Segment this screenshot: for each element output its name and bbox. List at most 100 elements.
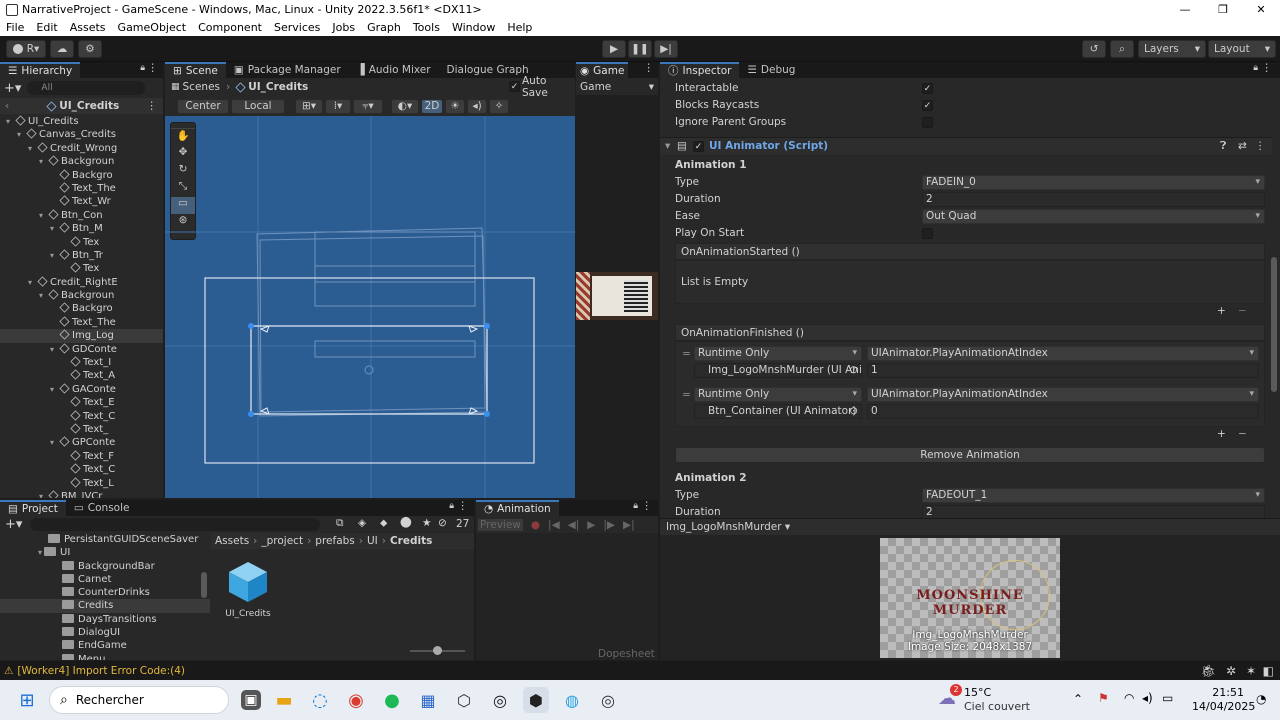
foldout-arrow-icon[interactable]: ▾ — [39, 155, 43, 168]
foldout-arrow-icon[interactable]: ▾ — [50, 436, 54, 449]
kebab-icon[interactable]: ⋮ — [1255, 140, 1266, 152]
foldout-arrow-icon[interactable]: ▾ — [17, 128, 21, 141]
foldout-arrow-icon[interactable]: ▾ — [39, 289, 43, 302]
foldout-arrow-icon[interactable]: ▾ — [50, 249, 54, 262]
tab-game[interactable]: ◉ Game — [576, 62, 629, 78]
breadcrumb-project[interactable]: _project — [261, 535, 303, 547]
hierarchy-item[interactable]: Text_The — [0, 316, 163, 329]
tab-project[interactable]: ▤ Project — [0, 500, 66, 516]
play-anim-icon[interactable]: ▶ — [587, 519, 595, 531]
label-filter-icon[interactable]: ◈ — [358, 517, 366, 529]
hierarchy-item[interactable]: ▾ UI_Credits — [0, 115, 163, 128]
hierarchy-item[interactable]: ▾ GDConte — [0, 343, 163, 356]
drag-handle-icon[interactable]: = — [682, 389, 691, 401]
hierarchy-item[interactable]: ▾ Btn_Tr — [0, 249, 163, 262]
lock-icon[interactable]: 🔒︎ — [633, 501, 638, 511]
hierarchy-item[interactable]: ▾ Credit_RightE — [0, 276, 163, 289]
tab-scene[interactable]: ⊞ Scene — [165, 62, 226, 78]
anim2-type-dropdown[interactable]: FADEOUT_1 — [922, 488, 1265, 503]
play-icon[interactable]: ▶ — [602, 40, 626, 58]
asset-ui-credits[interactable]: UI_Credits — [222, 558, 274, 619]
add-icon[interactable]: +▾ — [5, 517, 22, 532]
volume-icon[interactable]: ◂) — [1142, 691, 1153, 705]
close-icon[interactable]: ✕ — [1242, 0, 1280, 19]
warning-filter-icon[interactable]: ⬤ — [400, 516, 412, 528]
lock-icon[interactable]: 🔒︎ — [449, 501, 454, 511]
collab-icon[interactable]: ⚙ — [78, 39, 102, 58]
pause-icon[interactable]: ❚❚ — [628, 40, 652, 58]
first-key-icon[interactable]: |◀ — [548, 519, 560, 531]
hierarchy-item[interactable]: ▾ Btn_M — [0, 222, 163, 235]
notification-bell-icon[interactable]: ◔ — [1256, 692, 1266, 706]
obs-icon[interactable]: ◎ — [595, 687, 621, 713]
menu-graph[interactable]: Graph — [361, 21, 407, 34]
menu-gameobject[interactable]: GameObject — [112, 21, 193, 34]
wifi-icon[interactable]: ◠ — [1124, 691, 1134, 705]
file-explorer-icon[interactable]: ▬ — [271, 687, 297, 713]
project-folder-item[interactable]: DaysTransitions — [0, 613, 210, 626]
object-picker-icon[interactable]: ⊙ — [849, 405, 858, 418]
project-folder-item[interactable]: Credits — [0, 599, 210, 613]
last-key-icon[interactable]: ▶| — [623, 519, 635, 531]
tab-audio-mixer[interactable]: ▐ Audio Mixer — [349, 62, 439, 78]
cache-icon[interactable]: ✶ — [1246, 664, 1256, 678]
store-icon[interactable]: ▦ — [415, 687, 441, 713]
hierarchy-item[interactable]: ▾ GAConte — [0, 383, 163, 396]
add-event-icon[interactable]: + — [1217, 428, 1226, 440]
project-folder-item[interactable]: BackgroundBar — [0, 560, 210, 573]
hierarchy-item[interactable]: Text_A — [0, 369, 163, 382]
clock-time[interactable]: 21:51 — [1212, 686, 1244, 699]
increment-snap-icon[interactable]: ⁞▾ — [325, 98, 351, 114]
progress-icon[interactable]: ✲ — [1226, 664, 1236, 678]
pivot-center-dropdown[interactable]: Center — [177, 98, 229, 114]
rect-handle[interactable] — [484, 323, 490, 329]
history-icon[interactable]: ↺ — [1082, 40, 1106, 58]
foldout-arrow-icon[interactable]: ▾ — [38, 548, 42, 557]
anim1-play-on-start-checkbox[interactable] — [922, 228, 933, 239]
windows-start-icon[interactable]: ⊞ — [14, 687, 40, 713]
menu-services[interactable]: Services — [268, 21, 326, 34]
status-message[interactable]: [Worker4] Import Error Code:(4) — [17, 665, 185, 677]
effects-icon[interactable]: ✧ — [489, 98, 509, 114]
hierarchy-item[interactable]: Text_C — [0, 410, 163, 423]
align-icon[interactable]: ⫧▾ — [353, 98, 383, 114]
kebab-icon[interactable]: ⋮ — [148, 62, 159, 74]
foldout-arrow-icon[interactable]: ▾ — [50, 343, 54, 356]
hierarchy-item[interactable]: ▾ Canvas_Credits — [0, 128, 163, 141]
foldout-arrow-icon[interactable]: ▾ — [39, 490, 43, 498]
tab-hierarchy[interactable]: ☰ Hierarchy — [0, 62, 81, 78]
component-header[interactable]: ▾ ▤ ✓ UI Animator (Script) ❓︎ ⇄ ⋮ — [660, 137, 1272, 155]
edge-icon[interactable]: ◌ — [307, 687, 333, 713]
event2-object-field[interactable]: Btn_Container (UI Animator) ⊙ — [694, 404, 862, 419]
foldout-arrow-icon[interactable]: ▾ — [50, 222, 54, 235]
hierarchy-item[interactable]: Text_E — [0, 396, 163, 409]
preview-object-dropdown[interactable]: Img_LogoMnshMurder ▾ — [666, 521, 790, 533]
preset-icon[interactable]: ⇄ — [1238, 140, 1247, 152]
unity-icon[interactable]: ⬢ — [523, 687, 549, 713]
next-key-icon[interactable]: |▶ — [603, 519, 615, 531]
foldout-arrow-icon[interactable]: ▾ — [28, 276, 32, 289]
hierarchy-scene-root[interactable]: UI_Credits — [59, 100, 119, 112]
hierarchy-item[interactable]: Text_Wr — [0, 195, 163, 208]
search-icon[interactable]: ⌕ — [1110, 40, 1134, 58]
project-folder-item[interactable]: EndGame — [0, 639, 210, 652]
layout-dropdown[interactable]: Layout ▾ — [1208, 40, 1276, 58]
clock-date[interactable]: 14/04/2025 — [1192, 700, 1255, 713]
layers-dropdown[interactable]: Layers ▾ — [1138, 40, 1206, 58]
icon-size-slider-thumb[interactable] — [433, 646, 442, 655]
hierarchy-item[interactable]: Img_Log — [0, 329, 163, 343]
remove-event-icon[interactable]: − — [1238, 428, 1247, 440]
menu-component[interactable]: Component — [192, 21, 268, 34]
hierarchy-item[interactable]: Tex — [0, 262, 163, 275]
icon-size-slider[interactable] — [410, 646, 465, 655]
anchor-marker[interactable] — [259, 407, 270, 415]
event2-arg-field[interactable]: 0 — [867, 404, 1259, 419]
hierarchy-item[interactable]: Text_ — [0, 423, 163, 436]
menu-jobs[interactable]: Jobs — [326, 21, 361, 34]
app-icon[interactable]: ◍ — [559, 687, 585, 713]
event2-function-dropdown[interactable]: UIAnimator.PlayAnimationAtIndex — [867, 387, 1259, 402]
project-search-input[interactable] — [30, 518, 320, 531]
grid-snap-icon[interactable]: ⊞▾ — [295, 98, 323, 114]
help-icon[interactable]: ❓︎ — [1220, 140, 1226, 153]
menu-assets[interactable]: Assets — [64, 21, 112, 34]
